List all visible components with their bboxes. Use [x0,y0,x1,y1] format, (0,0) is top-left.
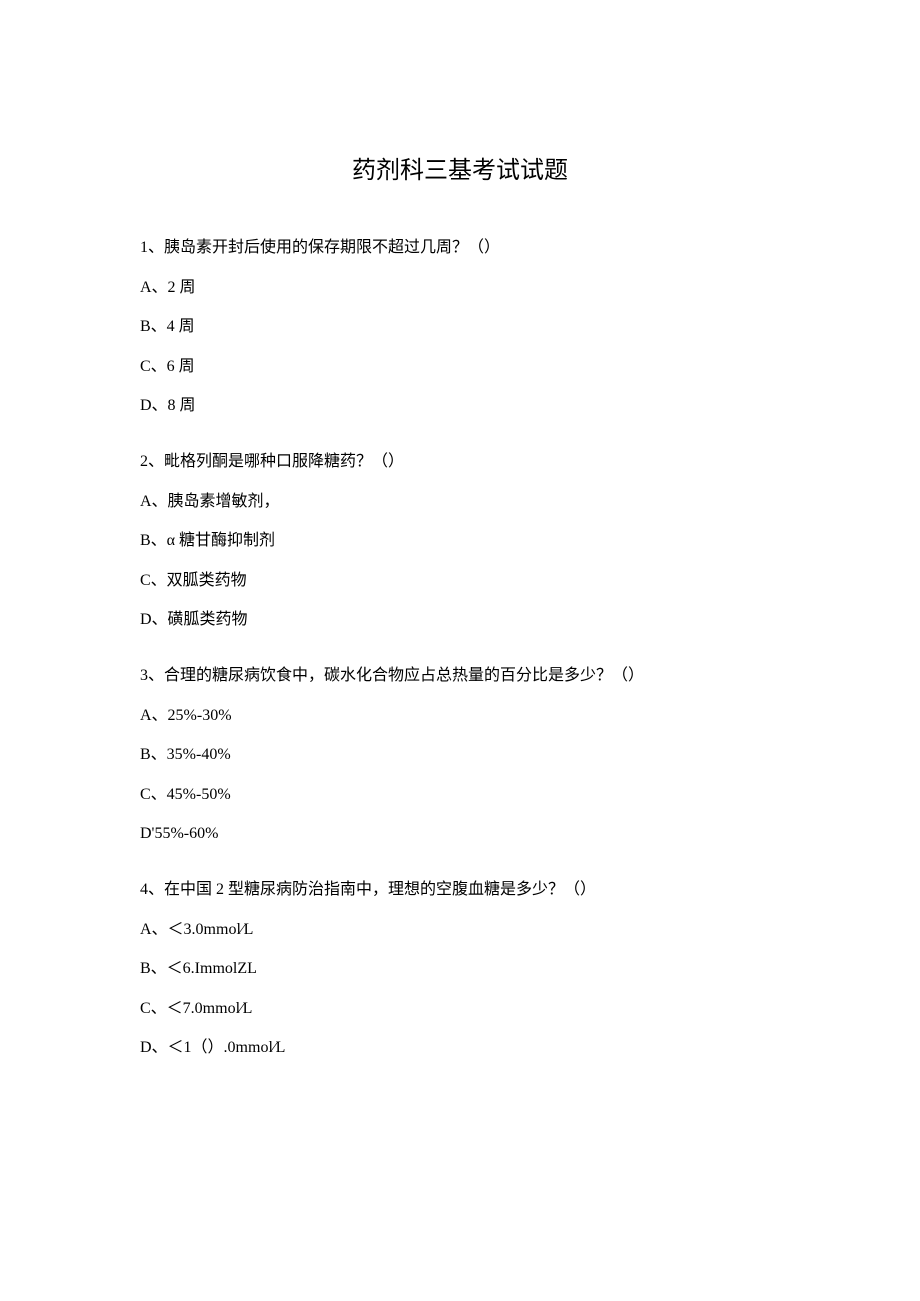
question-text: 3、合理的糖尿病饮食中，碳水化合物应占总热量的百分比是多少？（） [140,663,780,689]
option-d: D'55%-60% [140,821,780,847]
option-d: D、8 周 [140,393,780,419]
question-text: 2、毗格列酮是哪种口服降糖药？（） [140,449,780,475]
option-a: A、＜3.0mmol∕L [140,917,780,943]
option-c: C、6 周 [140,354,780,380]
page-title: 药剂科三基考试试题 [140,150,780,185]
option-d: D、磺胍类药物 [140,607,780,633]
option-a: A、2 周 [140,275,780,301]
option-b: B、＜6.ImmolZL [140,956,780,982]
option-a: A、胰岛素增敏剂， [140,489,780,515]
option-a: A、25%-30% [140,703,780,729]
option-b: B、α 糖甘酶抑制剂 [140,528,780,554]
question-text: 1、胰岛素开封后使用的保存期限不超过几周？（） [140,235,780,261]
option-c: C、＜7.0mmol∕L [140,996,780,1022]
option-c: C、双胍类药物 [140,568,780,594]
option-d: D、＜1（）.0mmol∕L [140,1035,780,1061]
question-text: 4、在中国 2 型糖尿病防治指南中，理想的空腹血糖是多少？（） [140,877,780,903]
question-4: 4、在中国 2 型糖尿病防治指南中，理想的空腹血糖是多少？（） A、＜3.0mm… [140,877,780,1061]
question-1: 1、胰岛素开封后使用的保存期限不超过几周？（） A、2 周 B、4 周 C、6 … [140,235,780,419]
option-b: B、4 周 [140,314,780,340]
question-3: 3、合理的糖尿病饮食中，碳水化合物应占总热量的百分比是多少？（） A、25%-3… [140,663,780,847]
option-b: B、35%-40% [140,742,780,768]
question-2: 2、毗格列酮是哪种口服降糖药？（） A、胰岛素增敏剂， B、α 糖甘酶抑制剂 C… [140,449,780,633]
option-c: C、45%-50% [140,782,780,808]
